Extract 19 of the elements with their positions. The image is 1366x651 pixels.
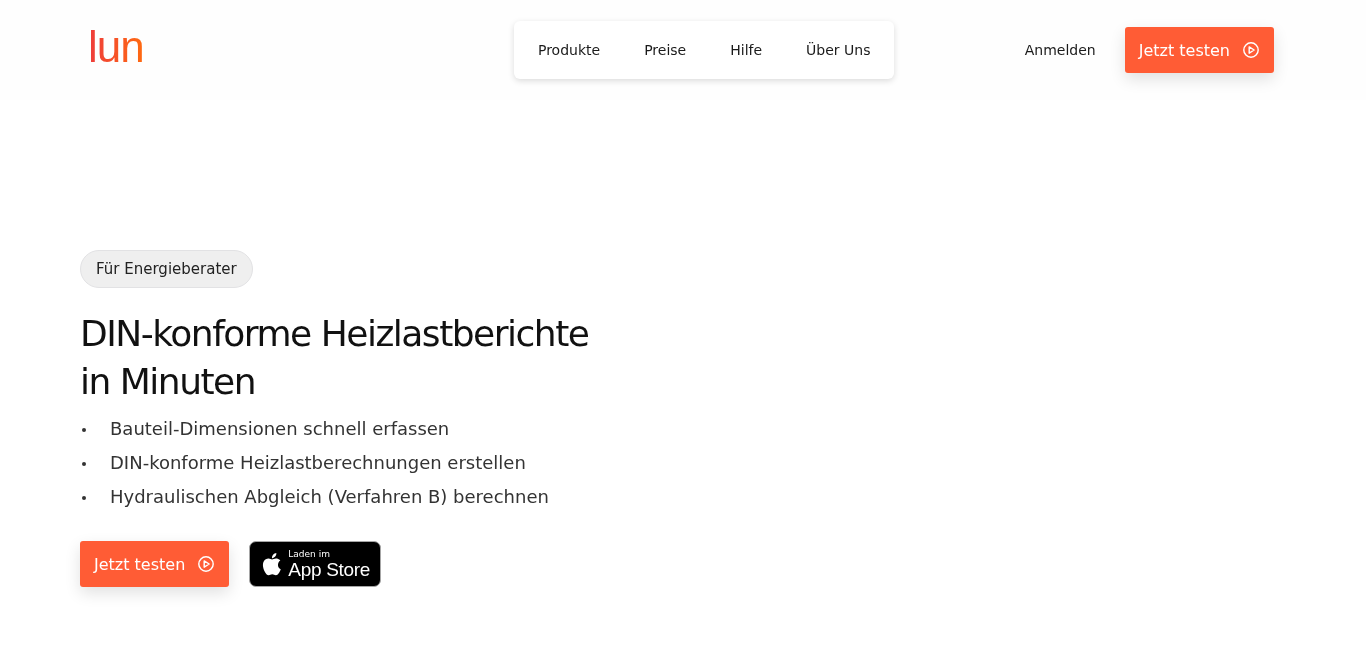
bullet-icon: [82, 427, 86, 432]
nav-link[interactable]: Über Uns: [784, 42, 893, 58]
feature-text: DIN-konforme Heizlastberechnungen erstellen: [110, 451, 526, 475]
apple-icon: [260, 551, 283, 577]
app-store-label: App Store: [288, 558, 371, 580]
feature-text: Bauteil-Dimensionen schnell erfassen: [110, 417, 450, 441]
app-store-button[interactable]: Laden im App Store: [249, 541, 382, 587]
play-icon: [1242, 41, 1260, 59]
hero-title: DIN-konforme Heizlastberichte in Minuten: [80, 312, 589, 404]
play-icon: [197, 555, 216, 573]
bullet-icon: [82, 461, 86, 466]
feature-text: Hydraulischen Abgleich (Verfahren B) berechnen: [110, 485, 549, 509]
audience-badge: Für Energieberater: [80, 250, 253, 288]
nav-link[interactable]: Hilfe: [708, 42, 785, 58]
login-link[interactable]: Anmelden: [1024, 42, 1096, 58]
app-store-caption: Laden im: [288, 548, 331, 559]
nav-link[interactable]: Produkte: [515, 42, 623, 58]
nav-link[interactable]: Preise: [622, 42, 709, 58]
bullet-icon: [82, 495, 86, 500]
